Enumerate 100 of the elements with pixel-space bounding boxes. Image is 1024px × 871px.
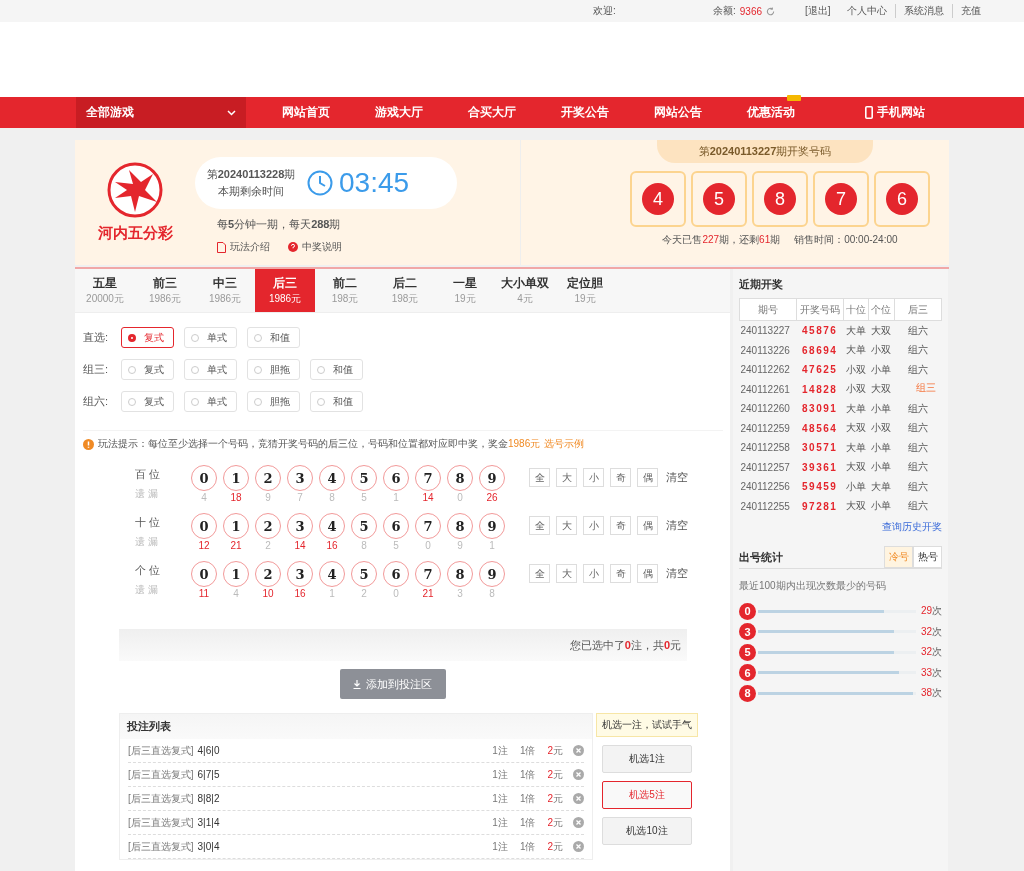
random-pick-button[interactable]: 机选5注 bbox=[602, 781, 692, 809]
number-ball[interactable]: 4 bbox=[319, 465, 345, 491]
number-ball[interactable]: 7 bbox=[415, 513, 441, 539]
number-ball[interactable]: 3 bbox=[287, 513, 313, 539]
number-ball[interactable]: 6 bbox=[383, 513, 409, 539]
quick-select-button[interactable]: 偶 bbox=[637, 516, 658, 535]
last-three-cell-text: 组六 bbox=[906, 460, 929, 475]
number-ball[interactable]: 1 bbox=[223, 465, 249, 491]
number-ball[interactable]: 4 bbox=[319, 513, 345, 539]
number-ball[interactable]: 2 bbox=[255, 513, 281, 539]
number-ball[interactable]: 1 bbox=[223, 513, 249, 539]
top-link[interactable]: 个人中心 bbox=[838, 4, 895, 18]
number-ball[interactable]: 0 bbox=[191, 465, 217, 491]
quick-select-button[interactable]: 小 bbox=[583, 516, 604, 535]
number-ball[interactable]: 3 bbox=[287, 561, 313, 587]
top-link[interactable]: 系统消息 bbox=[894, 4, 952, 18]
last-three-cell-text: 组三 bbox=[915, 380, 938, 395]
number-ball[interactable]: 8 bbox=[447, 465, 473, 491]
quick-select-button[interactable]: 偶 bbox=[637, 564, 658, 583]
delete-icon[interactable] bbox=[573, 745, 584, 756]
play-option[interactable]: 单式 bbox=[184, 327, 237, 348]
draw-numbers-cell-text: 47625 bbox=[801, 363, 839, 378]
quick-select-button[interactable]: 全 bbox=[529, 564, 550, 583]
play-option[interactable]: 胆拖 bbox=[247, 391, 300, 412]
top-link[interactable]: [退出] bbox=[797, 4, 839, 18]
number-ball[interactable]: 9 bbox=[479, 465, 505, 491]
quick-select-button[interactable]: 小 bbox=[583, 564, 604, 583]
quick-select-button[interactable]: 小 bbox=[583, 468, 604, 487]
nav-item[interactable]: 网站首页 bbox=[282, 104, 330, 121]
nav-item[interactable]: 网站公告 bbox=[654, 104, 702, 121]
number-ball[interactable]: 8 bbox=[447, 561, 473, 587]
refresh-icon[interactable] bbox=[766, 6, 776, 16]
top-link[interactable]: 充值 bbox=[951, 4, 989, 18]
nav-item[interactable]: 游戏大厅 bbox=[375, 104, 423, 121]
recent-draws-title: 近期开奖 bbox=[739, 277, 784, 292]
clear-link[interactable]: 清空 bbox=[666, 566, 688, 581]
column-header: 后三 bbox=[894, 298, 942, 321]
number-ball[interactable]: 0 bbox=[191, 561, 217, 587]
quick-select-button[interactable]: 大 bbox=[556, 564, 577, 583]
nav-item[interactable]: 合买大厅 bbox=[468, 104, 516, 121]
random-pick-button[interactable]: 机选1注 bbox=[602, 745, 692, 773]
quick-select-button[interactable]: 偶 bbox=[637, 468, 658, 487]
number-ball[interactable]: 2 bbox=[255, 465, 281, 491]
play-option[interactable]: 单式 bbox=[184, 391, 237, 412]
play-option[interactable]: 胆拖 bbox=[247, 359, 300, 380]
nav-item[interactable]: 优惠活动 bbox=[747, 104, 795, 121]
quick-select-button[interactable]: 大 bbox=[556, 468, 577, 487]
number-ball: 6 bbox=[739, 664, 756, 682]
miss-count: 1 bbox=[393, 492, 399, 503]
play-option[interactable]: 单式 bbox=[184, 359, 237, 380]
number-ball[interactable]: 5 bbox=[351, 465, 377, 491]
history-link[interactable]: 查询历史开奖 bbox=[882, 521, 942, 532]
play-option[interactable]: 复式 bbox=[121, 359, 174, 380]
play-option[interactable]: 和值 bbox=[247, 327, 300, 348]
play-option[interactable]: 和值 bbox=[310, 359, 363, 380]
delete-icon[interactable] bbox=[573, 841, 584, 852]
number-ball[interactable]: 4 bbox=[319, 561, 345, 587]
number-ball[interactable]: 7 bbox=[415, 465, 441, 491]
issue-cell-text: 240112262 bbox=[739, 363, 791, 378]
number-ball[interactable]: 5 bbox=[351, 513, 377, 539]
quick-select-button[interactable]: 大 bbox=[556, 516, 577, 535]
number-ball[interactable]: 7 bbox=[415, 561, 441, 587]
miss-count: 12 bbox=[198, 540, 210, 551]
number-ball[interactable]: 2 bbox=[255, 561, 281, 587]
stats-tab[interactable]: 热号 bbox=[913, 546, 942, 568]
quick-select-button[interactable]: 全 bbox=[529, 516, 550, 535]
clear-link[interactable]: 清空 bbox=[666, 518, 688, 533]
number-ball[interactable]: 5 bbox=[351, 561, 377, 587]
last-three-cell-text: 组六 bbox=[906, 343, 929, 358]
number-ball[interactable]: 9 bbox=[479, 513, 505, 539]
play-option[interactable]: 和值 bbox=[310, 391, 363, 412]
number-ball[interactable]: 1 bbox=[223, 561, 249, 587]
quick-select-button[interactable]: 全 bbox=[529, 468, 550, 487]
info-link[interactable]: 玩法介绍 bbox=[230, 240, 270, 254]
bet-amount: 2元 bbox=[547, 767, 563, 782]
nav-item[interactable]: 开奖公告 bbox=[561, 104, 609, 121]
all-games-menu[interactable]: 全部游戏 bbox=[76, 97, 246, 128]
info-link[interactable]: 中奖说明 bbox=[302, 240, 342, 254]
play-option[interactable]: 复式 bbox=[121, 391, 174, 412]
play-tab[interactable]: 后三 1986元 bbox=[255, 269, 315, 312]
tens-cell-text: 大单 bbox=[845, 440, 868, 455]
random-pick-button[interactable]: 机选10注 bbox=[602, 817, 692, 845]
play-option[interactable]: 复式 bbox=[121, 327, 174, 348]
number-ball[interactable]: 6 bbox=[383, 561, 409, 587]
number-ball[interactable]: 3 bbox=[287, 465, 313, 491]
stats-description: 最近100期内出现次数最少的号码 bbox=[739, 579, 887, 593]
number-ball[interactable]: 0 bbox=[191, 513, 217, 539]
clear-link[interactable]: 清空 bbox=[666, 470, 688, 485]
quick-select-button[interactable]: 奇 bbox=[610, 564, 631, 583]
delete-icon[interactable] bbox=[573, 769, 584, 780]
quick-select-button[interactable]: 奇 bbox=[610, 516, 631, 535]
delete-icon[interactable] bbox=[573, 817, 584, 828]
nav-item[interactable]: 手机网站 bbox=[877, 104, 925, 121]
miss-count: 16 bbox=[294, 588, 306, 599]
number-ball[interactable]: 6 bbox=[383, 465, 409, 491]
number-ball[interactable]: 9 bbox=[479, 561, 505, 587]
number-ball[interactable]: 8 bbox=[447, 513, 473, 539]
delete-icon[interactable] bbox=[573, 793, 584, 804]
quick-select-button[interactable]: 奇 bbox=[610, 468, 631, 487]
miss-count: 5 bbox=[361, 492, 367, 503]
